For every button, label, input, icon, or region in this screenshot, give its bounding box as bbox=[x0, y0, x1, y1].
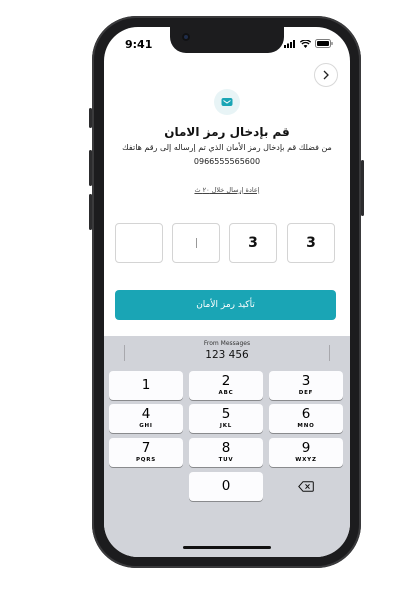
key-8[interactable]: 8 TUV bbox=[189, 438, 263, 467]
envelope-icon bbox=[221, 98, 233, 106]
otp-box-3[interactable]: 3 bbox=[229, 223, 277, 263]
home-indicator bbox=[183, 546, 271, 549]
otp-box-1[interactable] bbox=[115, 223, 163, 263]
key-3[interactable]: 3 DEF bbox=[269, 371, 343, 400]
key-digit: 0 bbox=[221, 478, 231, 494]
otp-box-4[interactable]: 3 bbox=[287, 223, 335, 263]
key-letters: DEF bbox=[298, 390, 314, 396]
suggestion-label: From Messages bbox=[203, 340, 251, 347]
side-button bbox=[89, 108, 92, 128]
key-letters: TUV bbox=[218, 457, 234, 463]
phone-number: 0966555565600 bbox=[193, 157, 261, 166]
backspace-icon bbox=[298, 481, 314, 492]
key-5[interactable]: 5 JKL bbox=[189, 404, 263, 433]
key-letters: GHI bbox=[139, 423, 153, 429]
suggestion-code[interactable]: 123 456 bbox=[104, 349, 350, 361]
key-letters: WXYZ bbox=[295, 457, 317, 463]
key-digit: 8 bbox=[221, 440, 231, 456]
notch bbox=[170, 27, 284, 53]
chevron-right-icon bbox=[323, 70, 329, 80]
page-title: قم بإدخال رمز الامان bbox=[164, 125, 290, 139]
confirm-code-button[interactable]: تأكيد رمز الأمان bbox=[115, 290, 336, 320]
numeric-keyboard: From Messages 123 456 1 2 ABC 3 DEF 4 GH… bbox=[104, 336, 350, 557]
key-digit: 9 bbox=[301, 440, 311, 456]
otp-box-2[interactable] bbox=[172, 223, 220, 263]
key-digit: 6 bbox=[301, 406, 311, 422]
wifi-icon bbox=[300, 39, 311, 48]
key-6[interactable]: 6 MNO bbox=[269, 404, 343, 433]
volume-up-button bbox=[89, 150, 92, 186]
key-digit: 7 bbox=[141, 440, 151, 456]
key-digit: 1 bbox=[141, 377, 151, 393]
page-subtitle: من فضلك قم بإدخال رمز الأمان الذي تم إرس… bbox=[122, 143, 332, 152]
key-letters: ABC bbox=[218, 390, 234, 396]
battery-icon bbox=[315, 39, 333, 48]
key-digit: 2 bbox=[221, 373, 231, 389]
signal-icon bbox=[284, 39, 295, 48]
key-7[interactable]: 7 PQRS bbox=[109, 438, 183, 467]
key-digit: 3 bbox=[301, 373, 311, 389]
key-digit: 4 bbox=[141, 406, 151, 422]
screen: 9:41 قم بإدخال رمز الامان من فضلك قم بإد… bbox=[104, 27, 350, 557]
key-2[interactable]: 2 ABC bbox=[189, 371, 263, 400]
key-4[interactable]: 4 GHI bbox=[109, 404, 183, 433]
volume-down-button bbox=[89, 194, 92, 230]
logo bbox=[214, 89, 240, 115]
status-icons bbox=[284, 39, 333, 48]
camera-icon bbox=[182, 33, 190, 41]
back-button[interactable] bbox=[314, 63, 338, 87]
key-9[interactable]: 9 WXYZ bbox=[269, 438, 343, 467]
key-letters: MNO bbox=[297, 423, 315, 429]
delete-key[interactable] bbox=[269, 472, 343, 501]
key-letters: PQRS bbox=[135, 457, 157, 463]
key-digit: 5 bbox=[221, 406, 231, 422]
power-button bbox=[361, 160, 364, 216]
key-letters: JKL bbox=[219, 423, 233, 429]
status-time: 9:41 bbox=[125, 38, 153, 51]
key-0[interactable]: 0 bbox=[189, 472, 263, 501]
resend-link[interactable]: إعادة إرسال خلال ٢٠ ث bbox=[104, 186, 350, 194]
otp-cursor bbox=[195, 238, 197, 248]
key-1[interactable]: 1 bbox=[109, 371, 183, 400]
